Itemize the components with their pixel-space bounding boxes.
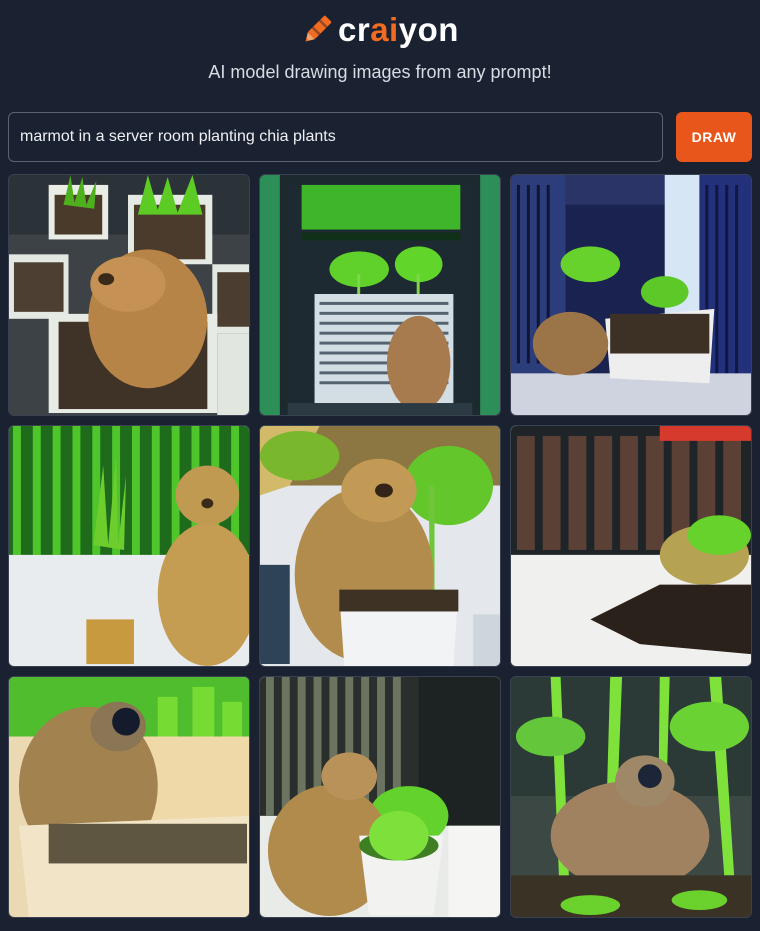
result-image[interactable] [259, 676, 501, 918]
result-image[interactable] [8, 676, 250, 918]
brand-suffix: yon [398, 11, 459, 48]
craiyon-page: craiyon AI model drawing images from any… [0, 0, 760, 931]
result-image[interactable] [259, 425, 501, 667]
brand-accent: ai [370, 11, 399, 48]
draw-button[interactable]: DRAW [676, 112, 752, 162]
brand-prefix: cr [338, 11, 371, 48]
page-subtitle: AI model drawing images from any prompt! [208, 62, 552, 82]
result-image[interactable] [510, 676, 752, 918]
result-image[interactable] [8, 425, 250, 667]
result-image[interactable] [510, 425, 752, 667]
prompt-input[interactable] [8, 112, 663, 162]
result-image[interactable] [8, 174, 250, 416]
result-image[interactable] [259, 174, 501, 416]
craiyon-logo[interactable]: craiyon [300, 10, 459, 50]
results-grid [8, 174, 752, 918]
brand-name: craiyon [338, 10, 459, 50]
crayon-icon [305, 15, 332, 42]
result-image[interactable] [510, 174, 752, 416]
